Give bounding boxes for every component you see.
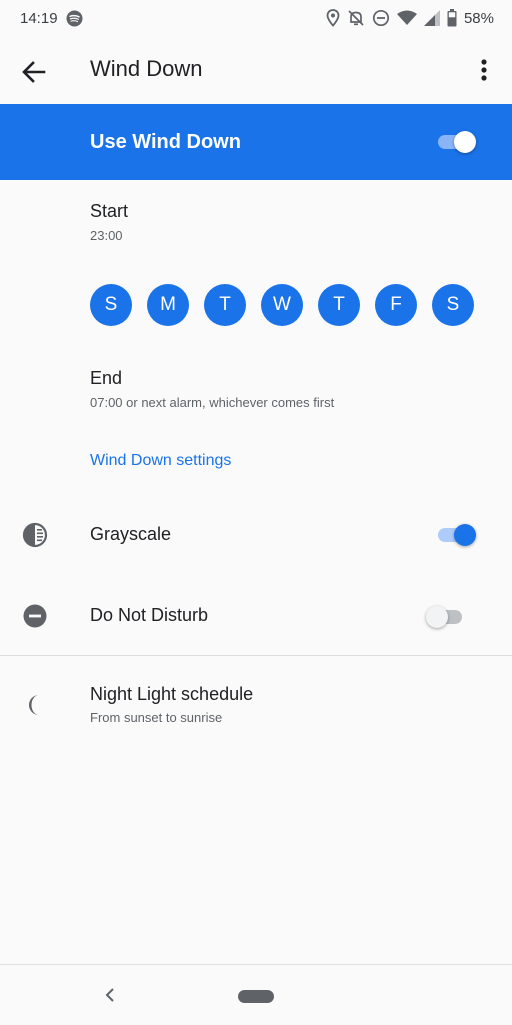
signal-icon: [423, 10, 440, 26]
dnd-toggle[interactable]: [426, 604, 470, 630]
arrow-back-icon: [22, 61, 46, 83]
more-vert-icon: [481, 59, 487, 81]
contrast-icon: [22, 522, 48, 548]
toggle-thumb: [426, 606, 448, 628]
spotify-icon: [66, 10, 83, 27]
page-title: Wind Down: [90, 56, 203, 81]
day-button-saturday[interactable]: S: [432, 284, 474, 326]
night-light-title: Night Light schedule: [90, 684, 254, 704]
grayscale-label: Grayscale: [90, 524, 172, 544]
night-light-subtitle: From sunset to sunrise: [90, 710, 223, 725]
start-time: 23:00: [90, 228, 123, 243]
day-button-thursday[interactable]: T: [318, 284, 360, 326]
toggle-thumb: [454, 524, 476, 546]
day-button-friday[interactable]: F: [375, 284, 417, 326]
use-wind-down-toggle[interactable]: [434, 129, 478, 155]
day-button-sunday[interactable]: S: [90, 284, 132, 326]
battery-percent: 58%: [463, 9, 494, 27]
dnd-icon: [372, 9, 390, 27]
moon-icon: [22, 692, 48, 718]
status-time: 14:19: [20, 9, 58, 27]
location-icon: [326, 9, 340, 27]
more-options-button[interactable]: [472, 56, 496, 86]
start-title: Start: [90, 201, 129, 221]
battery-icon: [447, 9, 457, 27]
toggle-thumb: [454, 131, 476, 153]
master-switch-label: Use Wind Down: [90, 131, 241, 153]
wind-down-settings-link[interactable]: Wind Down settings: [90, 452, 231, 470]
system-nav-bar: [0, 964, 512, 1025]
nav-back-button[interactable]: [102, 987, 118, 1003]
alarm-off-icon: [347, 9, 365, 27]
app-bar: Wind Down: [0, 36, 512, 104]
divider: [0, 655, 512, 656]
nav-home-pill[interactable]: [238, 990, 274, 1003]
end-time: 07:00 or next alarm, whichever comes fir…: [90, 395, 335, 410]
end-title: End: [90, 368, 123, 388]
day-button-wednesday[interactable]: W: [261, 284, 303, 326]
wifi-icon: [396, 10, 417, 26]
do-not-disturb-icon: [22, 603, 48, 629]
day-button-tuesday[interactable]: T: [204, 284, 246, 326]
grayscale-toggle[interactable]: [434, 522, 478, 548]
day-button-monday[interactable]: M: [147, 284, 189, 326]
chevron-left-icon: [105, 988, 114, 1002]
dnd-label: Do Not Disturb: [90, 605, 209, 625]
day-selector: S M T W T F S: [90, 284, 474, 326]
status-bar: 14:19 58%: [0, 0, 512, 36]
back-button[interactable]: [20, 58, 48, 86]
